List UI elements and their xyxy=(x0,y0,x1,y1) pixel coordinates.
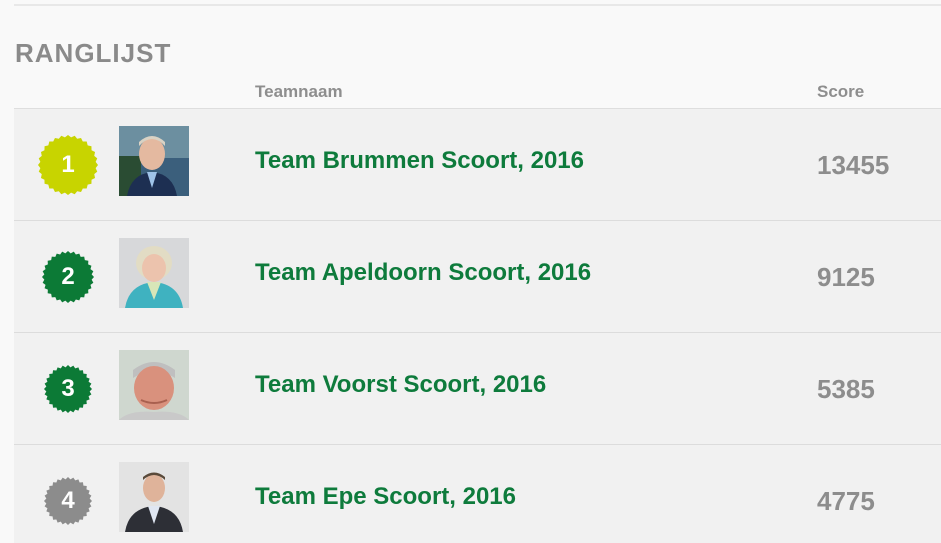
team-name-link[interactable]: Team Voorst Scoort, 2016 xyxy=(255,371,546,399)
leaderboard-page: RANGLIJST Teamnaam Score 1 Team Brummen … xyxy=(0,0,941,543)
column-header-team: Teamnaam xyxy=(255,82,343,101)
team-name-link[interactable]: Team Brummen Scoort, 2016 xyxy=(255,147,584,175)
avatar xyxy=(119,238,189,308)
rank-number: 4 xyxy=(61,487,75,514)
avatar xyxy=(119,350,189,420)
table-row: 1 Team Brummen Scoort, 2016 13455 xyxy=(14,109,941,221)
table-header: Teamnaam Score xyxy=(14,82,941,109)
team-score: 13455 xyxy=(817,150,890,180)
table-row: 4 Team Epe Scoort, 2016 4775 xyxy=(14,445,941,543)
rank-number: 3 xyxy=(61,375,75,402)
team-score: 5385 xyxy=(817,374,875,404)
table-row: 3 Team Voorst Scoort, 2016 5385 xyxy=(14,333,941,445)
rank-badge: 3 xyxy=(38,359,98,419)
team-score: 4775 xyxy=(817,486,875,516)
leaderboard-table: 1 Team Brummen Scoort, 2016 13455 2 Team… xyxy=(14,109,941,543)
team-name-link[interactable]: Team Apeldoorn Scoort, 2016 xyxy=(255,259,591,287)
rank-badge: 2 xyxy=(38,247,98,307)
leaderboard-title: RANGLIJST xyxy=(15,38,172,68)
team-score: 9125 xyxy=(817,262,875,292)
team-name-link[interactable]: Team Epe Scoort, 2016 xyxy=(255,483,516,511)
column-header-score: Score xyxy=(817,82,865,101)
avatar xyxy=(119,126,189,196)
avatar xyxy=(119,462,189,532)
rank-badge: 4 xyxy=(38,471,98,531)
rank-number: 2 xyxy=(61,263,75,290)
top-divider xyxy=(14,4,941,6)
table-row: 2 Team Apeldoorn Scoort, 2016 9125 xyxy=(14,221,941,333)
rank-badge: 1 xyxy=(38,135,98,195)
rank-number: 1 xyxy=(61,151,75,178)
